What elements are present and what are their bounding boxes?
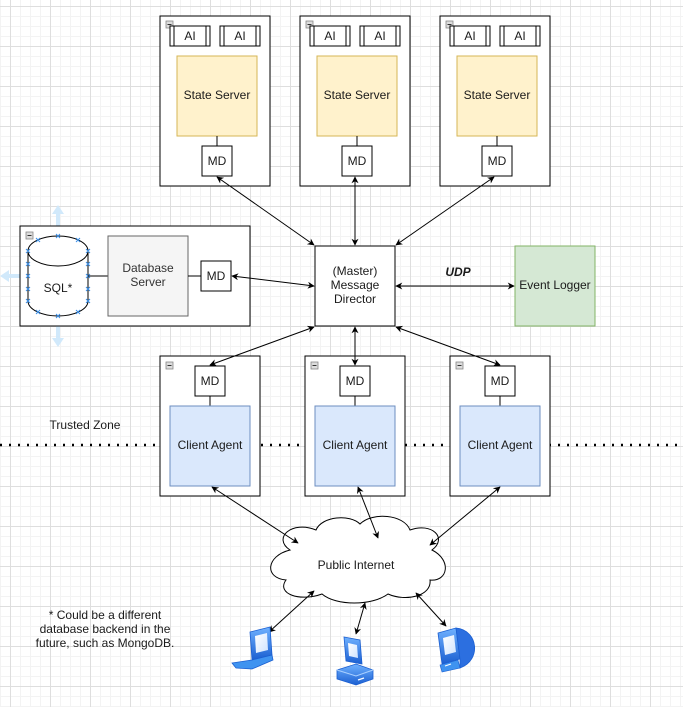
public-internet-label: Public Internet bbox=[318, 558, 395, 572]
laptop-icon[interactable] bbox=[231, 626, 274, 670]
footnote-line2: database backend in the bbox=[40, 622, 171, 636]
master-md-label-line1: (Master) bbox=[333, 264, 378, 278]
client-group-3[interactable]: MD Client Agent bbox=[449, 355, 551, 497]
ai-process-1[interactable]: AI bbox=[309, 25, 351, 47]
footnote: * Could be a different database backend … bbox=[36, 608, 175, 650]
sql-database-cylinder[interactable]: SQL* bbox=[25, 233, 91, 319]
state-server-group-2[interactable]: AI AI State Server MD bbox=[299, 15, 411, 187]
ai-process-2[interactable]: AI bbox=[219, 25, 261, 47]
md-label: MD bbox=[207, 269, 226, 283]
imac-icon[interactable] bbox=[437, 627, 476, 673]
md-label: MD bbox=[491, 374, 510, 388]
event-logger-label: Event Logger bbox=[519, 278, 590, 292]
drag-handle-up[interactable] bbox=[52, 205, 64, 226]
ai-label: AI bbox=[514, 29, 525, 43]
client-group-2[interactable]: MD Client Agent bbox=[304, 355, 406, 497]
connector-master-client1[interactable] bbox=[209, 325, 315, 367]
ai-process-1[interactable]: AI bbox=[449, 25, 491, 47]
ai-label: AI bbox=[234, 29, 245, 43]
master-md-label-line2: Message bbox=[331, 278, 380, 292]
ai-label: AI bbox=[184, 29, 195, 43]
md-label: MD bbox=[348, 154, 367, 168]
connector-internet-laptop[interactable] bbox=[268, 590, 315, 633]
event-logger[interactable]: Event Logger bbox=[514, 245, 596, 327]
client-agent-label: Client Agent bbox=[468, 438, 533, 452]
state-server-group-1[interactable]: AI AI State Server MD bbox=[159, 15, 271, 187]
state-server-group-3[interactable]: AI AI State Server MD bbox=[439, 15, 551, 187]
client-group-1[interactable]: MD Client Agent bbox=[159, 355, 261, 497]
footnote-line3: future, such as MongoDB. bbox=[36, 636, 175, 650]
connector-ss3-master[interactable] bbox=[395, 176, 495, 246]
desktop-icon[interactable] bbox=[336, 636, 374, 686]
database-group[interactable]: SQL* Database Server MD bbox=[0, 205, 251, 347]
footnote-line1: * Could be a different bbox=[49, 608, 162, 622]
ai-process-2[interactable]: AI bbox=[499, 25, 541, 47]
connector-internet-desktop[interactable] bbox=[354, 602, 367, 635]
ai-label: AI bbox=[464, 29, 475, 43]
master-md-label-line3: Director bbox=[334, 292, 376, 306]
state-server-label: State Server bbox=[464, 88, 531, 102]
md-label: MD bbox=[488, 154, 507, 168]
md-label: MD bbox=[208, 154, 227, 168]
state-server-label: State Server bbox=[184, 88, 251, 102]
trusted-zone-label: Trusted Zone bbox=[50, 418, 121, 432]
udp-label: UDP bbox=[445, 265, 471, 279]
architecture-diagram: Trusted Zone AI AI State Server MD AI AI… bbox=[0, 15, 683, 686]
ai-label: AI bbox=[324, 29, 335, 43]
md-label: MD bbox=[346, 374, 365, 388]
client-agent-label: Client Agent bbox=[323, 438, 388, 452]
public-internet-cloud[interactable]: Public Internet bbox=[270, 515, 446, 604]
ai-process-1[interactable]: AI bbox=[169, 25, 211, 47]
connector-internet-imac[interactable] bbox=[415, 592, 447, 627]
drag-handle-left[interactable] bbox=[0, 270, 20, 282]
ai-process-2[interactable]: AI bbox=[359, 25, 401, 47]
client-agent-label: Client Agent bbox=[178, 438, 243, 452]
master-message-director[interactable]: (Master) Message Director bbox=[314, 245, 396, 327]
database-server-label-line2: Server bbox=[130, 275, 165, 289]
drag-handle-down[interactable] bbox=[52, 326, 64, 347]
ai-label: AI bbox=[374, 29, 385, 43]
database-server-label-line1: Database bbox=[122, 261, 174, 275]
sql-label: SQL* bbox=[44, 281, 73, 295]
md-label: MD bbox=[201, 374, 220, 388]
state-server-label: State Server bbox=[324, 88, 391, 102]
connector-master-client3[interactable] bbox=[395, 325, 501, 367]
